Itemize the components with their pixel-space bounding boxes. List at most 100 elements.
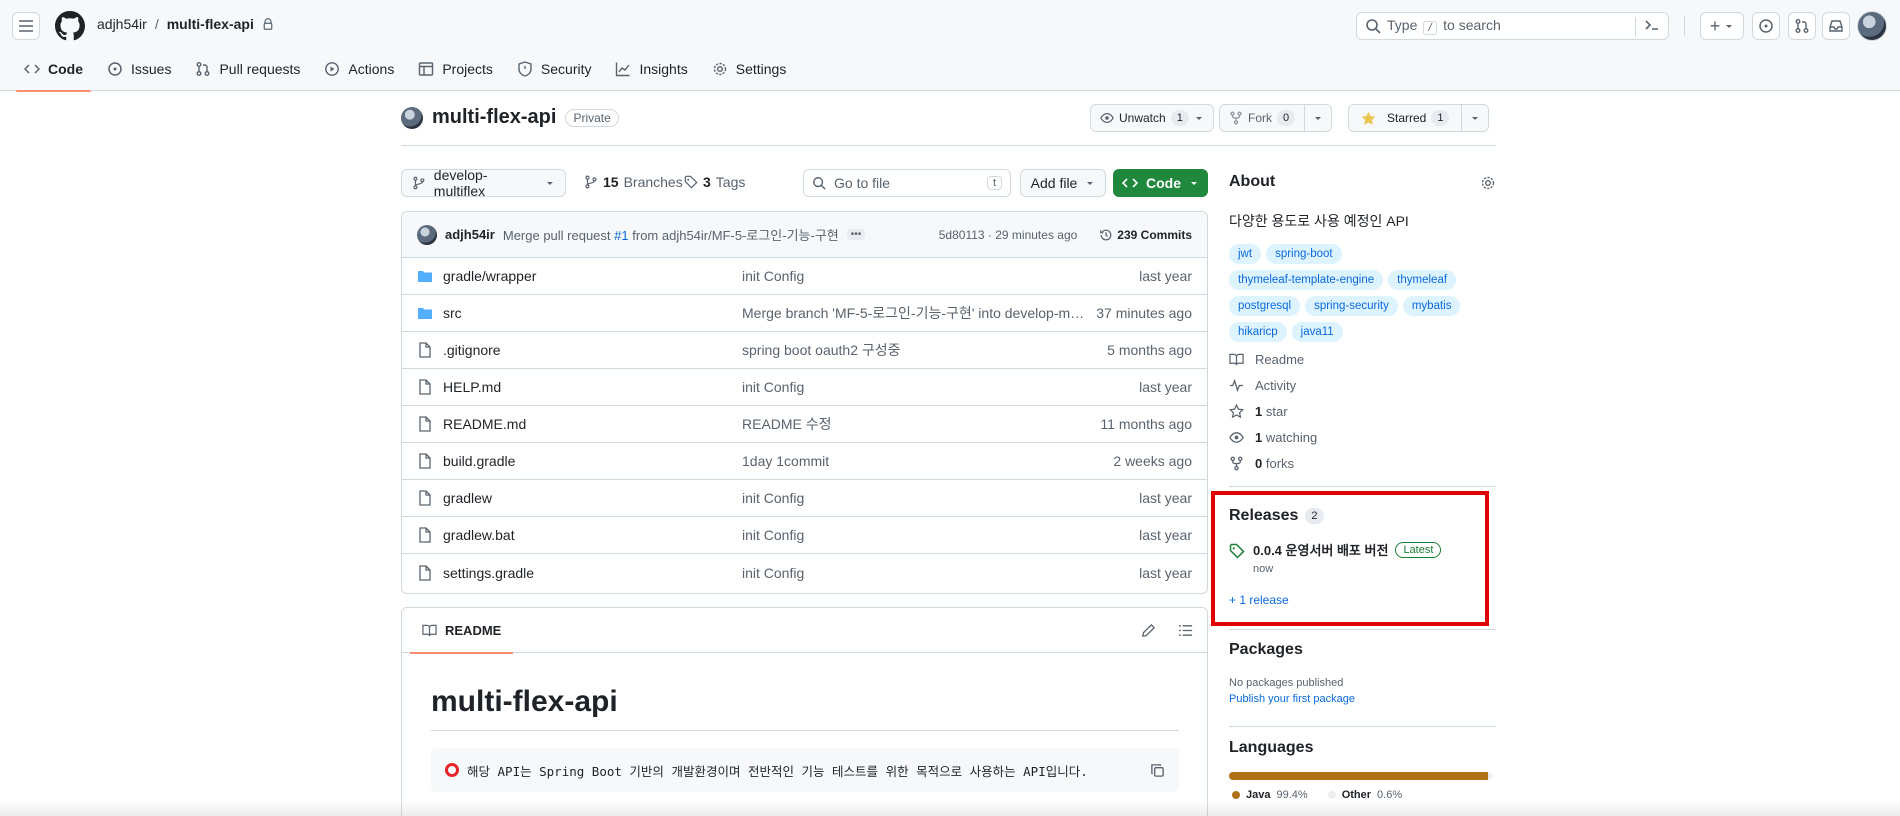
commits-link[interactable]: 239 Commits xyxy=(1099,228,1192,242)
file-row[interactable]: src Merge branch 'MF-5-로그인-기능-구현' into d… xyxy=(402,295,1207,332)
code-button[interactable]: Code xyxy=(1113,169,1208,197)
file-name[interactable]: HELP.md xyxy=(443,379,742,395)
topic-tag[interactable]: jwt xyxy=(1229,244,1262,264)
breadcrumb-separator: / xyxy=(154,16,159,32)
file-name[interactable]: build.gradle xyxy=(443,453,742,469)
file-commit-message[interactable]: init Config xyxy=(742,268,1089,284)
readme-actions xyxy=(1141,623,1193,638)
list-outline-icon[interactable] xyxy=(1178,623,1193,638)
branch-selector[interactable]: develop-multiflex xyxy=(401,167,566,199)
file-row[interactable]: build.gradle 1day 1commit 2 weeks ago xyxy=(402,443,1207,480)
topic-tag[interactable]: spring-security xyxy=(1305,296,1398,316)
more-releases-link[interactable]: + 1 release xyxy=(1229,593,1289,607)
file-name[interactable]: gradle/wrapper xyxy=(443,268,742,284)
file-row[interactable]: HELP.md init Config last year xyxy=(402,369,1207,406)
starred-button[interactable]: Starred 1 xyxy=(1349,105,1461,131)
about-settings-gear-icon[interactable] xyxy=(1480,175,1496,191)
language-legend: Java 99.4% Other 0.6% xyxy=(1232,789,1402,801)
readme-tab-label: README xyxy=(445,622,502,638)
copy-icon[interactable] xyxy=(1150,763,1165,778)
pull-request-link[interactable]: #1 xyxy=(614,228,628,243)
file-name[interactable]: src xyxy=(443,305,742,321)
table-icon xyxy=(418,61,434,77)
readme-tab[interactable]: README xyxy=(409,608,514,654)
repo-link[interactable]: multi-flex-api xyxy=(167,16,254,32)
file-commit-message[interactable]: init Config xyxy=(742,527,1089,543)
topic-list: jwt spring-boot thymeleaf-template-engin… xyxy=(1229,244,1499,342)
fork-dropdown[interactable] xyxy=(1304,105,1331,131)
command-palette-icon[interactable] xyxy=(1635,16,1660,36)
file-name[interactable]: gradlew xyxy=(443,490,742,506)
topic-tag[interactable]: hikaricp xyxy=(1229,322,1287,342)
publish-package-link[interactable]: Publish your first package xyxy=(1229,693,1355,705)
tab-settings[interactable]: Settings xyxy=(704,52,795,91)
commit-message[interactable]: Merge pull request #1 from adjh54ir/MF-5… xyxy=(503,225,839,244)
file-name[interactable]: README.md xyxy=(443,416,742,432)
activity-link[interactable]: Activity xyxy=(1229,378,1296,393)
file-row[interactable]: gradlew.bat init Config last year xyxy=(402,517,1207,554)
topic-tag[interactable]: mybatis xyxy=(1402,296,1461,316)
fork-button[interactable]: Fork 0 xyxy=(1220,105,1304,131)
add-file-button[interactable]: Add file xyxy=(1020,169,1106,197)
commit-author[interactable]: adjh54ir xyxy=(445,227,495,242)
packages-heading[interactable]: Packages xyxy=(1229,641,1303,659)
global-search-input[interactable]: Type / to search xyxy=(1356,12,1669,40)
file-name[interactable]: gradlew.bat xyxy=(443,527,742,543)
commit-expand-button[interactable]: ••• xyxy=(846,229,866,240)
releases-heading[interactable]: Releases 2 xyxy=(1229,507,1324,525)
topic-tag[interactable]: thymeleaf-template-engine xyxy=(1229,270,1384,290)
file-name[interactable]: .gitignore xyxy=(443,342,742,358)
file-name[interactable]: settings.gradle xyxy=(443,565,742,581)
file-commit-message[interactable]: Merge branch 'MF-5-로그인-기능-구현' into devel… xyxy=(742,303,1089,323)
github-logo-icon[interactable] xyxy=(55,11,85,41)
create-new-button[interactable]: + xyxy=(1700,12,1744,40)
unwatch-button[interactable]: Unwatch 1 xyxy=(1090,104,1214,132)
file-commit-message[interactable]: init Config xyxy=(742,490,1089,506)
file-row[interactable]: settings.gradle init Config last year xyxy=(402,554,1207,591)
user-avatar[interactable] xyxy=(1857,11,1887,41)
readme-link[interactable]: Readme xyxy=(1229,352,1304,367)
tab-pull-requests[interactable]: Pull requests xyxy=(187,52,308,91)
tab-insights[interactable]: Insights xyxy=(607,52,695,91)
tab-actions[interactable]: Actions xyxy=(316,52,402,91)
latest-release[interactable]: 0.0.4 운영서버 배포 버전 Latest now xyxy=(1229,540,1442,575)
file-commit-message[interactable]: init Config xyxy=(742,379,1089,395)
file-row[interactable]: README.md README 수정 11 months ago xyxy=(402,406,1207,443)
chevron-down-icon xyxy=(1315,117,1322,120)
menu-button[interactable] xyxy=(12,12,40,40)
repo-tabs: Code Issues Pull requests Actions Projec… xyxy=(16,52,795,92)
file-commit-message[interactable]: 1day 1commit xyxy=(742,453,1089,469)
star-list-dropdown[interactable] xyxy=(1461,105,1488,131)
go-to-file-input[interactable]: Go to file t xyxy=(803,169,1011,197)
language-item-other[interactable]: Other 0.6% xyxy=(1327,789,1402,801)
forks-link[interactable]: 0 forks xyxy=(1229,456,1294,471)
watchers-link[interactable]: 1 watching xyxy=(1229,430,1317,445)
file-row[interactable]: .gitignore spring boot oauth2 구성중 5 mont… xyxy=(402,332,1207,369)
topic-tag[interactable]: java11 xyxy=(1291,322,1343,342)
stars-link[interactable]: 1 star xyxy=(1229,404,1288,419)
tab-issues[interactable]: Issues xyxy=(99,52,179,91)
file-row[interactable]: gradlew init Config last year xyxy=(402,480,1207,517)
tab-projects[interactable]: Projects xyxy=(410,52,501,91)
topic-tag[interactable]: postgresql xyxy=(1229,296,1301,316)
owner-link[interactable]: adjh54ir xyxy=(97,16,147,32)
topic-tag[interactable]: thymeleaf xyxy=(1388,270,1457,290)
language-item-java[interactable]: Java 99.4% xyxy=(1232,789,1308,801)
file-row[interactable]: gradle/wrapper init Config last year xyxy=(402,258,1207,295)
tags-link[interactable]: 3 Tags xyxy=(684,174,745,190)
file-commit-message[interactable]: README 수정 xyxy=(742,414,1089,434)
tab-code[interactable]: Code xyxy=(16,52,91,92)
branches-link[interactable]: 15 Branches xyxy=(584,174,683,190)
commit-author-avatar[interactable] xyxy=(417,224,437,245)
tab-security[interactable]: Security xyxy=(509,52,600,91)
fork-button-group: Fork 0 xyxy=(1219,104,1333,132)
file-commit-message[interactable]: spring boot oauth2 구성중 xyxy=(742,340,1089,360)
pencil-icon[interactable] xyxy=(1141,623,1156,638)
file-commit-message[interactable]: init Config xyxy=(742,565,1089,581)
topic-tag[interactable]: spring-boot xyxy=(1266,244,1342,264)
inbox-button[interactable] xyxy=(1822,12,1850,40)
pull-requests-button[interactable] xyxy=(1788,12,1816,40)
commit-sha-time[interactable]: 5d80113 · 29 minutes ago xyxy=(939,228,1078,242)
repo-name[interactable]: multi-flex-api xyxy=(432,106,556,129)
issues-button[interactable] xyxy=(1752,12,1780,40)
